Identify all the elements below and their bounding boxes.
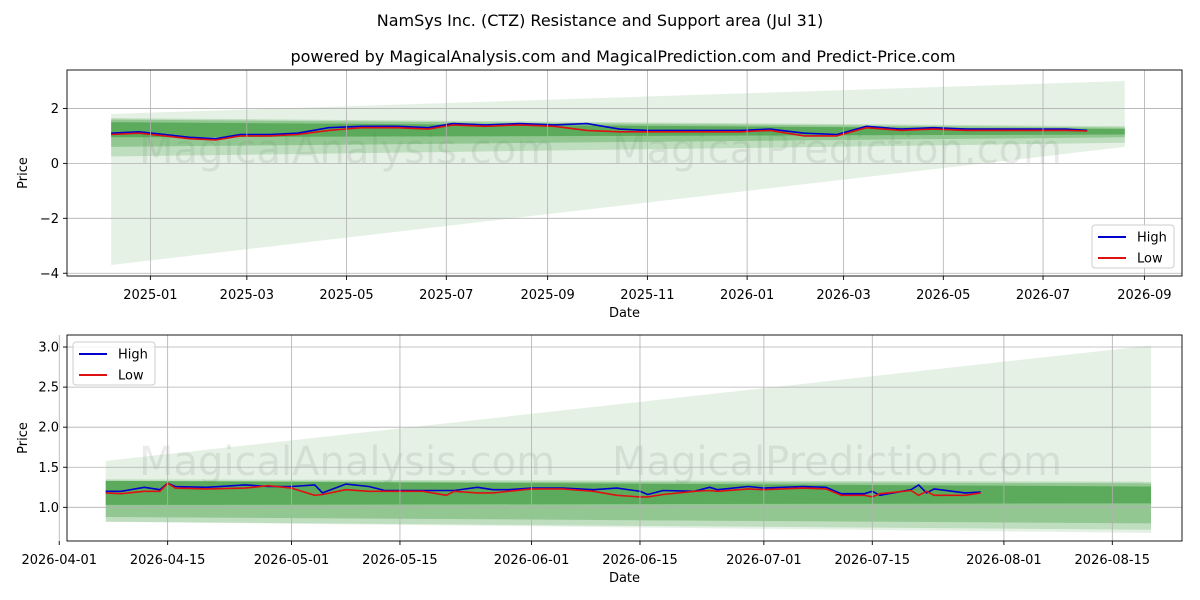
x-tick-label: 2026-06-01 <box>494 553 570 568</box>
legend: High Low <box>1091 224 1175 269</box>
x-tick-label: 2026-07-01 <box>726 553 802 568</box>
x-tick-label: 2026-03 <box>816 288 870 303</box>
y-tick-label: 2.0 <box>38 421 59 436</box>
x-tick-label: 2025-01 <box>123 288 177 303</box>
y-tick-label: 2.5 <box>38 381 59 396</box>
chart-title: NamSys Inc. (CTZ) Resistance and Support… <box>377 11 824 30</box>
figure: NamSys Inc. (CTZ) Resistance and Support… <box>0 0 1200 600</box>
y-tick-label: −2 <box>40 212 59 227</box>
x-tick-label: 2025-09 <box>520 288 574 303</box>
x-tick-label: 2026-04-01 <box>21 553 97 568</box>
y-axis-label: Price <box>16 422 31 454</box>
x-tick-label: 2026-09 <box>1117 288 1171 303</box>
legend: High Low <box>72 341 156 386</box>
chart-subtitle: powered by MagicalAnalysis.com and Magic… <box>290 47 955 66</box>
x-tick-label: 2026-05-15 <box>362 553 438 568</box>
x-axis-label: Date <box>609 571 640 586</box>
x-tick-label: 2025-03 <box>220 288 274 303</box>
x-tick-label: 2026-04-15 <box>130 553 206 568</box>
x-axis-label: Date <box>609 306 640 321</box>
x-tick-label: 2026-08-01 <box>966 553 1042 568</box>
y-axis-label: Price <box>16 157 31 189</box>
x-tick-label: 2026-07 <box>1016 288 1070 303</box>
y-tick-label: 0 <box>51 157 59 172</box>
x-tick-label: 2026-08-15 <box>1075 553 1151 568</box>
x-tick-label: 2026-05-01 <box>254 553 330 568</box>
x-tick-label: 2025-11 <box>620 288 674 303</box>
x-tick-label: 2026-07-15 <box>834 553 910 568</box>
x-tick-label: 2026-06-15 <box>602 553 678 568</box>
x-tick-label: 2026-01 <box>720 288 774 303</box>
y-tick-label: 2 <box>51 102 59 117</box>
x-tick-label: 2026-05 <box>916 288 970 303</box>
legend-entry-label: High <box>1137 231 1167 246</box>
y-tick-label: 1.5 <box>38 461 59 476</box>
x-tick-label: 2025-07 <box>419 288 473 303</box>
x-tick-label: 2025-05 <box>319 288 373 303</box>
y-tick-label: −4 <box>40 267 59 282</box>
y-tick-label: 3.0 <box>38 341 59 356</box>
legend-entry-label: Low <box>1137 252 1163 267</box>
y-tick-label: 1.0 <box>38 501 59 516</box>
legend-entry-label: High <box>118 348 148 363</box>
legend-entry-label: Low <box>118 369 144 384</box>
